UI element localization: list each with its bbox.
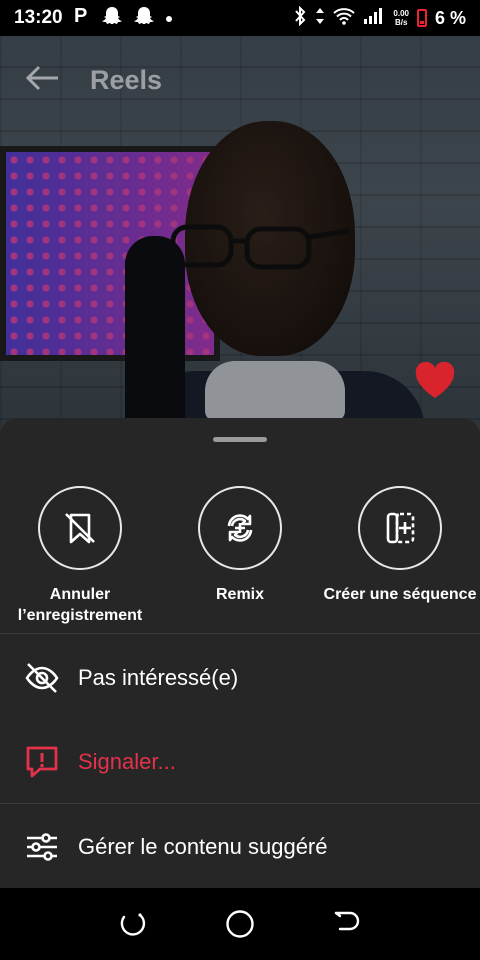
- back-nav-icon: [334, 911, 359, 931]
- remix-button[interactable]: Remix: [160, 486, 320, 626]
- net-speed: 0.00 B/s: [393, 9, 409, 27]
- report-label: Signaler...: [78, 749, 176, 774]
- reel-video[interactable]: Reels: [0, 36, 480, 436]
- battery-percent: 6 %: [434, 7, 466, 28]
- divider: [0, 803, 480, 804]
- home-circle-icon: [226, 910, 254, 938]
- manage-suggested-item[interactable]: Gérer le contenu suggéré: [0, 805, 480, 889]
- divider: [0, 633, 480, 634]
- report-icon: [24, 744, 60, 780]
- status-time: 13:20: [14, 7, 63, 28]
- unsave-label: Annuler l’enregistrement: [17, 586, 143, 624]
- signal-icon: [363, 7, 385, 30]
- battery-icon: [416, 9, 427, 27]
- action-row: Annuler l’enregistrement Remix Créer une…: [0, 486, 480, 626]
- recent-apps-icon: [121, 913, 146, 936]
- report-item[interactable]: Signaler...: [0, 720, 480, 804]
- create-sequence-label: Créer une séquence: [323, 586, 477, 603]
- svg-text:P: P: [74, 5, 87, 25]
- sequence-icon: [386, 512, 415, 544]
- snapchat-icon: [101, 5, 123, 31]
- wifi-icon: [333, 7, 356, 30]
- reels-title: Reels: [90, 64, 163, 95]
- unsave-button[interactable]: Annuler l’enregistrement: [0, 486, 160, 626]
- bluetooth-icon: [293, 5, 307, 31]
- home-button[interactable]: [220, 904, 260, 944]
- not-interested-item[interactable]: Pas intéressé(e): [0, 636, 480, 720]
- bookmark-off-icon: [65, 513, 95, 544]
- back-arrow-icon[interactable]: [24, 64, 60, 97]
- status-bar: 13:20 P 0.00 B/s 6 %: [0, 0, 480, 36]
- remix-label: Remix: [215, 586, 265, 603]
- recent-apps-button[interactable]: [113, 904, 153, 944]
- sheet-grabber[interactable]: [213, 437, 267, 442]
- action-circle[interactable]: [358, 486, 442, 570]
- notification-dot-icon: [165, 7, 173, 29]
- heart-icon[interactable]: [414, 362, 456, 400]
- options-bottom-sheet: Annuler l’enregistrement Remix Créer une…: [0, 418, 480, 888]
- sliders-icon: [24, 829, 60, 865]
- action-circle[interactable]: [38, 486, 122, 570]
- data-arrows-icon: [315, 6, 325, 31]
- not-interested-label: Pas intéressé(e): [78, 665, 239, 690]
- snapchat-icon: [133, 5, 155, 31]
- system-nav-bar: [0, 888, 480, 960]
- remix-icon: [227, 514, 253, 542]
- parking-app-icon: P: [73, 5, 91, 31]
- reels-header: Reels: [0, 60, 480, 100]
- manage-suggested-label: Gérer le contenu suggéré: [78, 834, 328, 859]
- action-circle[interactable]: [198, 486, 282, 570]
- back-button[interactable]: [327, 904, 367, 944]
- create-sequence-button[interactable]: Créer une séquence: [320, 486, 480, 626]
- eye-off-icon: [24, 660, 60, 696]
